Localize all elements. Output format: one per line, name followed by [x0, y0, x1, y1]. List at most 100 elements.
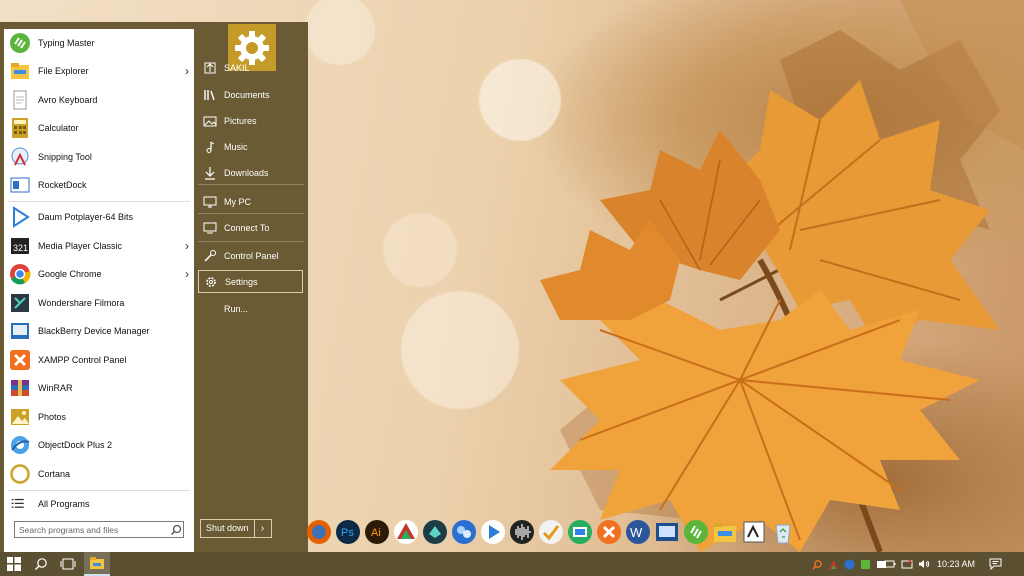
avro-keyboard-icon	[13, 90, 27, 110]
dock-firefox[interactable]	[304, 517, 333, 547]
dock-xampp[interactable]	[594, 517, 623, 547]
dock-illustrator[interactable]: Ai	[362, 517, 391, 547]
media-icon	[655, 523, 678, 541]
app-photos[interactable]: Photos	[4, 403, 194, 431]
app-rocketdock[interactable]: RocketDock	[4, 171, 194, 199]
all-programs-button[interactable]: All Programs	[4, 493, 194, 515]
search-box[interactable]	[14, 521, 184, 538]
dock-potplayer[interactable]	[478, 517, 507, 547]
app-label: File Explorer	[38, 66, 89, 76]
tray-power[interactable]	[882, 552, 898, 576]
app-label: Daum Potplayer-64 Bits	[38, 212, 134, 222]
xampp-icon	[10, 350, 30, 370]
dock-typing-master[interactable]	[681, 517, 710, 547]
shutdown-label[interactable]: Shut down	[201, 520, 255, 537]
app-file-explorer[interactable]: File Explorer ›	[4, 57, 194, 85]
tray-network[interactable]	[900, 552, 914, 576]
dock-app-2[interactable]	[449, 517, 478, 547]
tray-search[interactable]	[810, 552, 824, 576]
search-button[interactable]	[28, 552, 54, 576]
app-media-player-classic[interactable]: 321 Media Player Classic ›	[4, 232, 194, 260]
place-control-panel[interactable]: Control Panel	[198, 244, 304, 267]
dock-avro[interactable]	[739, 517, 768, 547]
place-settings[interactable]: Settings	[198, 270, 303, 293]
place-downloads[interactable]: Downloads	[198, 161, 304, 184]
start-button[interactable]	[0, 552, 28, 576]
app-label: Wondershare Filmora	[38, 298, 125, 308]
search-input[interactable]	[15, 522, 169, 537]
winrar-icon	[11, 380, 29, 396]
dock-flag[interactable]	[536, 517, 565, 547]
tray-app-2[interactable]	[858, 552, 872, 576]
chevron-right-icon[interactable]: ›	[180, 267, 194, 281]
app-cortana[interactable]: Cortana	[4, 460, 194, 488]
app-google-chrome[interactable]: Google Chrome ›	[4, 260, 194, 288]
place-label: Documents	[224, 89, 270, 100]
search-icon	[35, 558, 47, 570]
app-potplayer[interactable]: Daum Potplayer-64 Bits	[4, 203, 194, 231]
rocketdock-icon	[10, 177, 30, 193]
dock-photoshop[interactable]: Ps	[333, 517, 362, 547]
search-icon[interactable]	[169, 523, 183, 537]
notification-icon	[989, 558, 1001, 570]
divider	[198, 241, 304, 242]
dock-media[interactable]	[652, 517, 681, 547]
task-view-button[interactable]	[54, 552, 82, 576]
app-objectdock[interactable]: ObjectDock Plus 2	[4, 431, 194, 459]
dock-app[interactable]	[420, 517, 449, 547]
chevron-right-icon[interactable]: ›	[180, 239, 194, 253]
app-avro-keyboard[interactable]: Avro Keyboard	[4, 86, 194, 114]
place-documents[interactable]: Documents	[198, 83, 304, 106]
app-icon	[451, 520, 476, 544]
place-my-pc[interactable]: My PC	[198, 190, 304, 213]
action-center-button[interactable]	[984, 552, 1006, 576]
rocketdock-bar: Ps Ai W	[304, 517, 797, 549]
place-run[interactable]: Run...	[198, 297, 304, 320]
snipping-tool-icon	[11, 147, 29, 166]
downloads-icon	[205, 166, 215, 180]
place-music[interactable]: Music	[198, 135, 304, 158]
dock-audio[interactable]	[507, 517, 536, 547]
place-label: My PC	[224, 196, 251, 207]
divider	[198, 213, 304, 214]
app-label: Photos	[38, 412, 67, 422]
app-xampp[interactable]: XAMPP Control Panel	[4, 346, 194, 374]
tray-app[interactable]	[842, 552, 856, 576]
svg-text:321: 321	[13, 243, 28, 253]
app-icon	[860, 559, 870, 569]
app-calculator[interactable]: Calculator	[4, 114, 194, 142]
taskbar: 10:23 AM	[0, 552, 1024, 576]
tray-volume[interactable]	[916, 552, 932, 576]
chevron-right-icon[interactable]: ›	[180, 64, 194, 78]
place-pictures[interactable]: Pictures	[198, 109, 304, 132]
dock-screen[interactable]	[565, 517, 594, 547]
tray-access[interactable]	[826, 552, 840, 576]
app-typing-master[interactable]: Typing Master	[4, 29, 194, 57]
app-snipping-tool[interactable]: Snipping Tool	[4, 143, 194, 171]
divider	[8, 490, 190, 491]
place-label: Downloads	[224, 167, 269, 178]
tray-search-icon	[811, 559, 822, 570]
place-user[interactable]: SAKIL	[198, 56, 304, 79]
dock-access[interactable]	[391, 517, 420, 547]
place-label: Control Panel	[224, 250, 279, 261]
clock[interactable]: 10:23 AM	[937, 552, 975, 576]
documents-icon	[204, 89, 215, 100]
dock-word[interactable]: W	[623, 517, 652, 547]
app-winrar[interactable]: WinRAR	[4, 374, 194, 402]
place-connect-to[interactable]: Connect To	[198, 216, 304, 239]
dock-recycle-bin[interactable]	[768, 517, 797, 547]
app-blackberry[interactable]: BlackBerry Device Manager	[4, 317, 194, 345]
chevron-right-icon[interactable]: ›	[255, 520, 271, 537]
app-label: RocketDock	[38, 180, 87, 190]
app-wondershare-filmora[interactable]: Wondershare Filmora	[4, 289, 194, 317]
calculator-icon	[12, 118, 28, 138]
taskbar-file-explorer[interactable]	[84, 552, 110, 576]
dock-folder[interactable]	[710, 517, 739, 547]
task-view-icon	[60, 558, 76, 570]
network-icon	[901, 559, 913, 569]
shutdown-button[interactable]: Shut down ›	[200, 519, 272, 538]
typing-master-icon	[10, 33, 30, 53]
pictures-icon	[203, 116, 217, 126]
divider	[198, 184, 304, 185]
